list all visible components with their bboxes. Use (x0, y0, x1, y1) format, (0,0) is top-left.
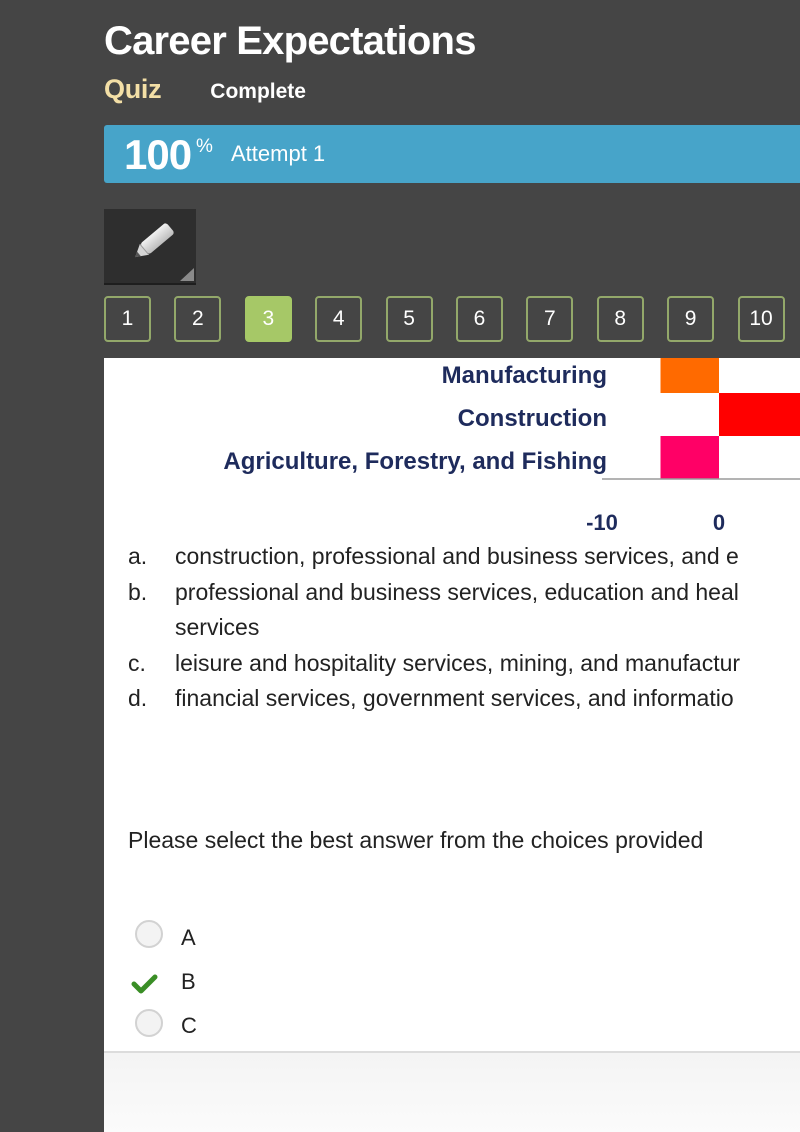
pencil-icon (135, 223, 194, 281)
notes-tool-button[interactable] (104, 209, 196, 285)
attempt-label: Attempt 1 (231, 141, 326, 166)
choice-text-line: services (175, 614, 260, 640)
score-banner: 100 % Attempt 1 (104, 125, 800, 183)
option-c[interactable]: C (104, 1002, 504, 1046)
radio-button[interactable] (135, 920, 163, 948)
question-navigation: 1 2 3 4 5 6 7 8 9 10 (104, 296, 785, 342)
option-label: A (181, 925, 196, 950)
category-label-manufacturing: Manufacturing (442, 362, 607, 389)
category-label-agriculture: Agriculture, Forestry, and Fishing (223, 448, 607, 475)
bar-agriculture (660, 436, 719, 479)
choice-text: professional and business services, educ… (175, 575, 739, 646)
question-nav-8[interactable]: 8 (596, 296, 644, 342)
choice-letter: d. (128, 685, 148, 711)
question-nav-2[interactable]: 2 (174, 296, 222, 342)
question-nav-1[interactable]: 1 (104, 296, 151, 342)
choice-text: financial services, government services,… (175, 685, 734, 711)
percent-sign: % (196, 136, 213, 157)
choice-text: construction, professional and business … (175, 543, 739, 569)
choice-letter: a. (128, 543, 148, 569)
x-tick-label: -10 (586, 510, 618, 535)
resize-corner-icon (180, 268, 194, 281)
question-nav-4[interactable]: 4 (315, 296, 363, 342)
choice-a: a. construction, professional and busine… (104, 539, 800, 575)
question-nav-7[interactable]: 7 (526, 296, 574, 342)
x-tick-label: 0 (713, 510, 725, 535)
question-nav-10[interactable]: 10 (737, 296, 785, 342)
choice-letter: c. (128, 649, 146, 676)
choice-text: leisure and hospitality services, mining… (175, 649, 741, 676)
question-nav-3[interactable]: 3 (244, 296, 292, 342)
checkmark-icon (131, 974, 158, 994)
answer-choices: a. construction, professional and busine… (104, 539, 800, 717)
page-title: Career Expectations (104, 19, 476, 63)
footer-area (104, 1051, 800, 1132)
option-label: B (181, 969, 196, 994)
choice-letter: b. (128, 578, 148, 605)
choice-c: c. leisure and hospitality services, min… (104, 646, 800, 682)
instruction-text: Please select the best answer from the c… (128, 827, 704, 853)
question-nav-6[interactable]: 6 (455, 296, 503, 342)
choice-d: d. financial services, government servic… (104, 681, 800, 717)
industry-bar-chart: Manufacturing Construction Agriculture, … (223, 358, 800, 535)
bar-manufacturing (660, 358, 719, 393)
radio-button[interactable] (135, 1009, 163, 1037)
question-nav-5[interactable]: 5 (385, 296, 433, 342)
choice-text-line: professional and business services, educ… (175, 578, 739, 605)
option-b[interactable]: B (104, 958, 504, 1002)
question-nav-9[interactable]: 9 (667, 296, 715, 342)
category-label-construction: Construction (458, 405, 607, 432)
choice-b: b. professional and business services, e… (104, 575, 800, 646)
score-value: 100 (124, 131, 192, 178)
section-label: Quiz (104, 74, 162, 104)
status-label: Complete (210, 80, 306, 103)
question-card: Manufacturing Construction Agriculture, … (104, 358, 800, 1051)
bar-construction (719, 393, 800, 436)
option-a[interactable]: A (104, 914, 504, 958)
subheader: Quiz Complete (104, 74, 306, 108)
option-label: C (181, 1013, 197, 1038)
